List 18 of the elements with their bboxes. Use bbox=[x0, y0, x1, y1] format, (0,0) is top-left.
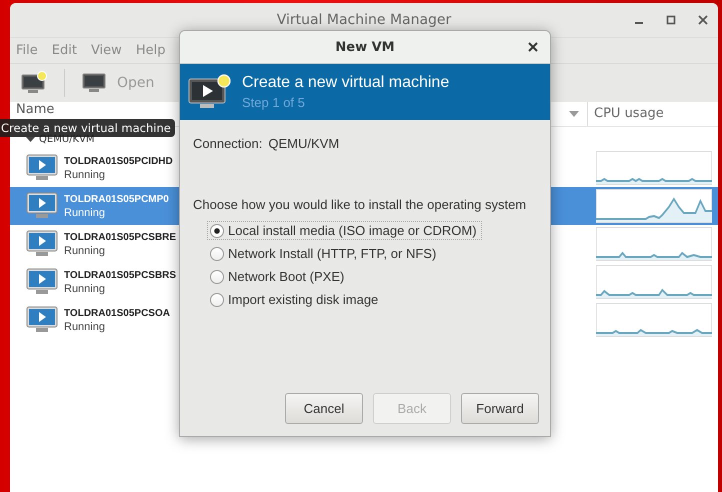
connection-label: Connection: bbox=[193, 136, 262, 151]
vm-status: Running bbox=[64, 282, 106, 294]
vm-status: Running bbox=[64, 320, 106, 332]
wizard-step: Step 1 of 5 bbox=[242, 95, 450, 110]
install-prompt: Choose how you would like to install the operating system bbox=[193, 197, 528, 212]
wizard-heading: Create a new virtual machine bbox=[242, 74, 450, 92]
dialog-title: New VM bbox=[335, 40, 395, 54]
vm-name: TOLDRA01S05PCIDHD bbox=[64, 156, 173, 166]
vm-name: TOLDRA01S05PCSOA bbox=[64, 308, 170, 318]
vm-status: Running bbox=[64, 168, 106, 180]
vm-status: Running bbox=[64, 206, 106, 218]
vm-status: Running bbox=[64, 244, 106, 256]
connection-value: QEMU/KVM bbox=[268, 136, 340, 151]
window-title: Virtual Machine Manager bbox=[276, 12, 452, 28]
vm-name: TOLDRA01S05PCSBRS bbox=[64, 270, 176, 280]
vm-name: TOLDRA01S05PCMP0 bbox=[64, 194, 169, 204]
vm-name: TOLDRA01S05PCSBRE bbox=[64, 232, 176, 242]
tooltip: Create a new virtual machine bbox=[0, 119, 175, 137]
